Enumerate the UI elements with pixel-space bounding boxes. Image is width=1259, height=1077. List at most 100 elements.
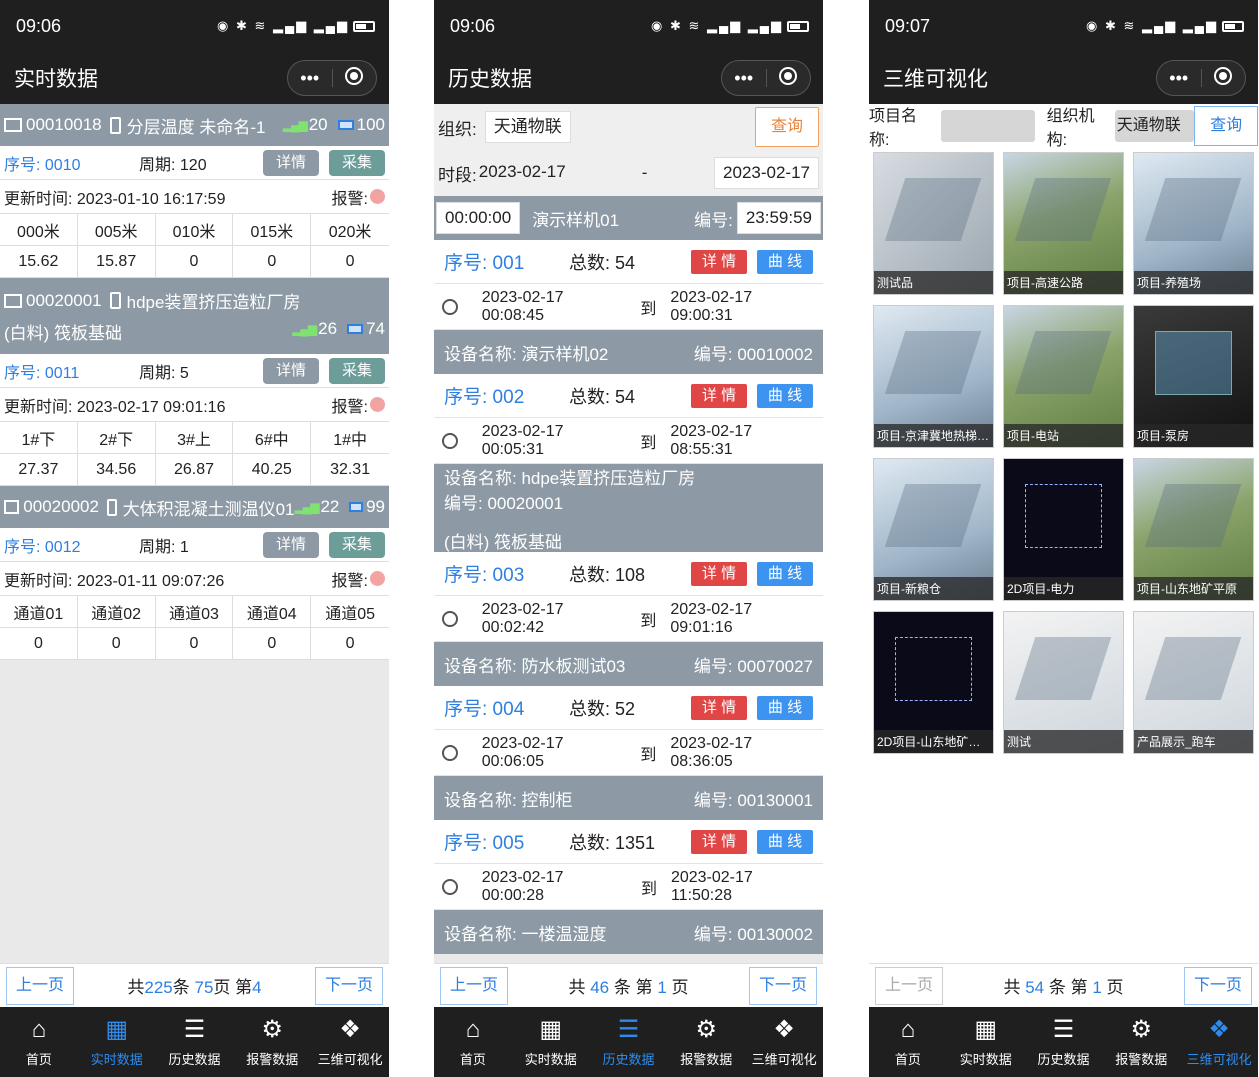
record-seq: 序号: 005 <box>444 833 525 854</box>
close-target-icon[interactable] <box>767 66 811 90</box>
tab-cubes[interactable]: ❖ 三维可视化 <box>311 1007 389 1077</box>
org-select[interactable]: 天通物联 <box>484 111 571 143</box>
detail-button[interactable]: 详 情 <box>691 249 747 274</box>
project-thumbnail <box>885 178 982 242</box>
query-button[interactable]: 查询 <box>755 107 819 147</box>
curve-button[interactable]: 曲 线 <box>757 829 813 854</box>
next-page-button[interactable]: 下一页 <box>314 966 383 1005</box>
record-row: 序号: 005 总数: 1351 详 情曲 线 <box>434 820 823 864</box>
detail-button[interactable]: 详 情 <box>691 695 747 720</box>
project-tile[interactable]: 项目-京津冀地热梯级... <box>873 305 994 448</box>
detail-button[interactable]: 详 情 <box>691 383 747 408</box>
project-tile[interactable]: 项目-高速公路 <box>1003 152 1124 295</box>
curve-button[interactable]: 曲 线 <box>757 383 813 408</box>
org-label: 组织机构: <box>1046 108 1095 149</box>
collect-button[interactable]: 采集 <box>329 531 385 558</box>
tab-home[interactable]: ⌂ 首页 <box>434 1007 512 1077</box>
status-bar: 09:07 ◉ ✱ ≋ ▂▄▆ ▂▄▆ <box>869 0 1258 52</box>
next-page-button[interactable]: 下一页 <box>1184 966 1252 1005</box>
project-tile[interactable]: 项目-电站 <box>1003 305 1124 448</box>
more-icon[interactable]: ••• <box>722 68 766 89</box>
tab-home[interactable]: ⌂ 首页 <box>0 1007 78 1077</box>
curve-button[interactable]: 曲 线 <box>757 561 813 586</box>
tab-history[interactable]: ☰ 历史数据 <box>590 1007 668 1077</box>
close-target-icon[interactable] <box>1202 66 1246 90</box>
detail-button[interactable]: 详情 <box>263 531 319 558</box>
tab-home[interactable]: ⌂ 首页 <box>869 1007 947 1077</box>
record-seq: 序号: 002 <box>444 387 525 408</box>
detail-button[interactable]: 详 情 <box>691 829 747 854</box>
project-name-input[interactable] <box>941 110 1035 142</box>
date-dash: - <box>641 163 648 182</box>
collect-button[interactable]: 采集 <box>329 357 385 384</box>
project-tile[interactable]: 测试 <box>1003 611 1124 754</box>
tab-history[interactable]: ☰ 历史数据 <box>156 1007 234 1077</box>
alarm-clock-icon <box>442 298 458 315</box>
time-to-input[interactable]: 23:59:59 <box>736 202 821 234</box>
device-seq: 序号: 0012 <box>4 538 81 556</box>
query-form: 组织: 天通物联 查询 时段: 2023-02-17 - 2023-02-17 <box>434 104 823 196</box>
device-id: 00020001 <box>26 290 102 310</box>
project-tile[interactable]: 项目-泵房 <box>1133 305 1254 448</box>
project-thumbnail <box>1145 637 1242 701</box>
tab-cubes[interactable]: ❖ 三维可视化 <box>745 1007 823 1077</box>
pager-total: 225 <box>144 978 173 997</box>
curve-button[interactable]: 曲 线 <box>757 249 813 274</box>
project-tile[interactable]: 项目-山东地矿平原 <box>1133 458 1254 601</box>
pager-text: 条 第 <box>609 978 658 997</box>
tab-gear[interactable]: ⚙ 报警数据 <box>233 1007 311 1077</box>
device-phone-icon <box>109 116 121 134</box>
record-row: 序号: 003 总数: 108 详 情曲 线 <box>434 552 823 596</box>
device-update-row: 更新时间: 2023-01-10 16:17:59 报警: <box>0 180 389 214</box>
battery-value: 100 <box>356 115 385 134</box>
query-button[interactable]: 查询 <box>1194 106 1258 146</box>
prev-page-button[interactable]: 上一页 <box>875 966 943 1005</box>
cubes-icon: ❖ <box>339 1015 361 1043</box>
next-page-button[interactable]: 下一页 <box>749 966 817 1005</box>
project-tile[interactable]: 2D项目-山东地矿平原 <box>873 611 994 754</box>
pager-info: 共225条 75页 第4 <box>127 973 261 998</box>
pager-text: 共 <box>1003 978 1026 997</box>
project-thumbnail <box>1015 637 1112 701</box>
battery-icon <box>1222 20 1244 32</box>
more-icon[interactable]: ••• <box>1157 68 1201 89</box>
channel-value: 0 <box>0 628 78 660</box>
alarm-label: 报警: <box>331 398 368 416</box>
signal-icon: ◉ ✱ ≋ ▂▄▆ ▂▄▆ <box>217 18 349 33</box>
pager-text: 共 <box>127 978 145 997</box>
project-tile[interactable]: 项目-养殖场 <box>1133 152 1254 295</box>
time-from-input[interactable]: 00:00:00 <box>436 202 521 234</box>
curve-button[interactable]: 曲 线 <box>757 695 813 720</box>
cubes-icon: ❖ <box>773 1015 795 1043</box>
project-search: 项目名称: 组织机构: 天通物联 查询 <box>869 104 1258 149</box>
tab-chart-monitor[interactable]: ▦ 实时数据 <box>78 1007 156 1077</box>
project-tile[interactable]: 测试品 <box>873 152 994 295</box>
battery-icon <box>787 20 809 32</box>
id-card-icon <box>4 293 22 308</box>
tab-chart-monitor[interactable]: ▦ 实时数据 <box>947 1007 1025 1077</box>
org-select[interactable]: 天通物联 <box>1114 110 1195 142</box>
device-id: 00020002 <box>23 497 99 516</box>
prev-page-button[interactable]: 上一页 <box>440 966 508 1005</box>
prev-page-button[interactable]: 上一页 <box>6 966 74 1005</box>
project-tile[interactable]: 产品展示_跑车 <box>1133 611 1254 754</box>
tab-cubes[interactable]: ❖ 三维可视化 <box>1180 1007 1258 1077</box>
collect-button[interactable]: 采集 <box>329 149 385 176</box>
project-label: 测试 <box>1004 730 1123 753</box>
date-to-input[interactable]: 2023-02-17 <box>714 157 819 189</box>
project-tile[interactable]: 项目-新粮仓 <box>873 458 994 601</box>
date-from-input[interactable]: 2023-02-17 <box>476 157 574 189</box>
tab-chart-monitor[interactable]: ▦ 实时数据 <box>512 1007 590 1077</box>
nav-bar: 历史数据 ••• <box>434 52 823 104</box>
tab-history[interactable]: ☰ 历史数据 <box>1025 1007 1103 1077</box>
project-tile[interactable]: 2D项目-电力 <box>1003 458 1124 601</box>
close-target-icon[interactable] <box>333 66 377 90</box>
more-icon[interactable]: ••• <box>288 68 332 89</box>
detail-button[interactable]: 详情 <box>263 357 319 384</box>
tab-gear[interactable]: ⚙ 报警数据 <box>1102 1007 1180 1077</box>
detail-button[interactable]: 详情 <box>263 149 319 176</box>
tab-gear[interactable]: ⚙ 报警数据 <box>667 1007 745 1077</box>
record-end-time: 2023-02-17 09:01:16 <box>670 600 753 636</box>
detail-button[interactable]: 详 情 <box>691 561 747 586</box>
project-label: 2D项目-电力 <box>1004 577 1123 600</box>
